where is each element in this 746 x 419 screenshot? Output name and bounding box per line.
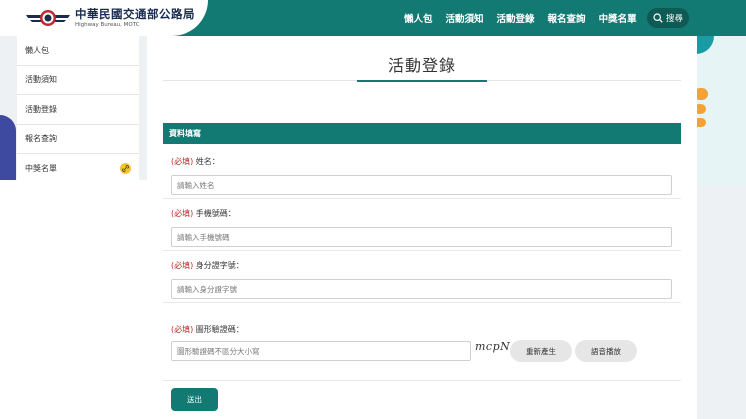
nav-item-activity-registration[interactable]: 活動登錄 xyxy=(497,11,535,25)
name-field-group: (必填) 姓名： xyxy=(171,156,673,195)
site-header: 中華民國交通部公路局 Highway Bureau, MOTC 懶人包 活動須知… xyxy=(0,0,746,36)
captcha-input[interactable] xyxy=(171,341,471,361)
id-number-input[interactable] xyxy=(171,279,672,299)
sidebar-item-registration-query[interactable]: 報名查詢 xyxy=(17,125,139,154)
sidebar-item-winner-list[interactable]: 中獎名單 xyxy=(17,154,139,184)
phone-input[interactable] xyxy=(171,227,672,247)
top-nav: 懶人包 活動須知 活動登錄 報名查詢 中獎名單 xyxy=(404,0,650,36)
sidebar: 懶人包 活動須知 活動登錄 報名查詢 中獎名單 xyxy=(17,36,139,184)
sidebar-item-activity-notice[interactable]: 活動須知 xyxy=(17,66,139,95)
phone-field-group: (必填) 手機號碼： xyxy=(171,208,673,247)
name-label: (必填) 姓名： xyxy=(171,157,220,166)
divider xyxy=(163,198,681,199)
page-title: 活動登錄 xyxy=(387,56,456,75)
section-header: 資料填寫 xyxy=(163,123,681,144)
nav-item-registration-query[interactable]: 報名查詢 xyxy=(548,11,586,25)
background-decoration xyxy=(0,180,150,419)
sidebar-item-lazy-pack[interactable]: 懶人包 xyxy=(17,36,139,66)
divider xyxy=(163,250,681,251)
regenerate-captcha-button[interactable]: 重新產生 xyxy=(510,340,572,362)
id-number-label: (必填) 身分證字號： xyxy=(171,261,244,270)
search-label: 搜尋 xyxy=(665,14,683,24)
logo-subtitle: Highway Bureau, MOTC xyxy=(75,21,140,28)
title-underline xyxy=(357,80,487,82)
link-badge-icon xyxy=(120,163,131,174)
nav-item-activity-notice[interactable]: 活動須知 xyxy=(446,11,484,25)
name-input[interactable] xyxy=(171,175,672,195)
sidebar-item-activity-registration[interactable]: 活動登錄 xyxy=(17,95,139,125)
id-number-field-group: (必填) 身分證字號： xyxy=(171,260,673,299)
captcha-field-group: (必填) 圖形驗證碼： xyxy=(171,324,673,335)
site-logo[interactable]: 中華民國交通部公路局 Highway Bureau, MOTC xyxy=(0,0,208,36)
nav-item-winner-list[interactable]: 中獎名單 xyxy=(599,11,637,25)
highway-bureau-logo-icon xyxy=(26,10,70,26)
logo-title: 中華民國交通部公路局 xyxy=(75,6,195,21)
captcha-label: (必填) 圖形驗證碼： xyxy=(171,325,244,334)
submit-button[interactable]: 送出 xyxy=(171,388,218,411)
audio-captcha-button[interactable]: 語音播放 xyxy=(575,340,637,362)
phone-label: (必填) 手機號碼： xyxy=(171,209,236,218)
search-icon xyxy=(653,13,663,23)
main-content: 活動登錄 資料填寫 (必填) 姓名： (必填) 手機號碼： (必填) 身分證字號… xyxy=(147,36,697,419)
divider xyxy=(163,380,681,381)
nav-item-lazy-pack[interactable]: 懶人包 xyxy=(404,11,433,25)
divider xyxy=(163,302,681,303)
search-button[interactable]: 搜尋 xyxy=(647,8,689,28)
captcha-image: mcpN xyxy=(475,340,511,353)
